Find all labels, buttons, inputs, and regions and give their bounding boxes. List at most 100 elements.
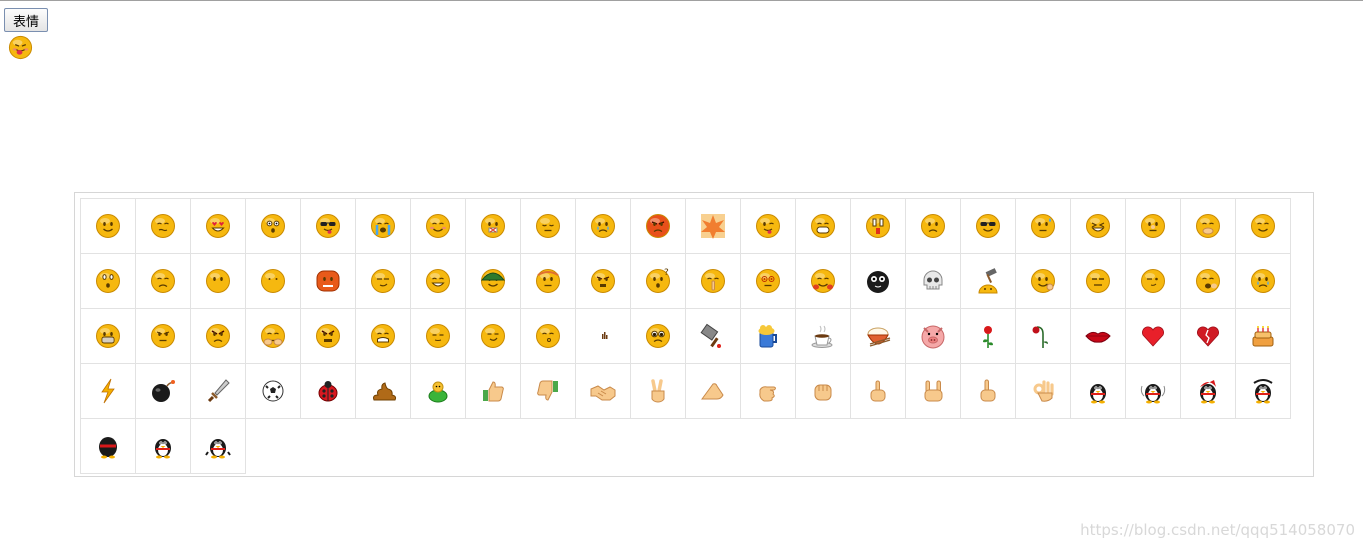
heart-eyes-face-icon: [206, 214, 230, 238]
emoji-cell[interactable]: [520, 253, 576, 309]
emoji-cell[interactable]: [355, 308, 411, 364]
emoji-cell[interactable]: [1070, 198, 1126, 254]
emoji-cell[interactable]: [1125, 363, 1181, 419]
emoji-cell[interactable]: [520, 198, 576, 254]
emoji-cell[interactable]: [850, 363, 906, 419]
emoji-cell[interactable]: [190, 418, 246, 474]
emoji-cell[interactable]: ?: [630, 253, 686, 309]
emoji-cell[interactable]: [1015, 363, 1071, 419]
emoji-cell[interactable]: [465, 198, 521, 254]
emoji-cell[interactable]: [1070, 308, 1126, 364]
emoji-cell[interactable]: [410, 308, 466, 364]
empty-cell: [1016, 419, 1071, 474]
emoji-cell[interactable]: [575, 363, 631, 419]
emoji-cell[interactable]: [80, 308, 136, 364]
emoji-cell[interactable]: [1125, 198, 1181, 254]
emoji-cell[interactable]: [795, 198, 851, 254]
emoji-cell[interactable]: [630, 363, 686, 419]
emoji-cell[interactable]: [355, 253, 411, 309]
emoji-cell[interactable]: [850, 253, 906, 309]
thumbs-down-icon: [537, 380, 558, 401]
emoji-cell[interactable]: [960, 253, 1016, 309]
emoji-cell[interactable]: [1235, 253, 1291, 309]
emoji-cell[interactable]: [1015, 198, 1071, 254]
sunglasses-cool-face-icon: [316, 214, 340, 238]
emoji-cell[interactable]: [575, 253, 631, 309]
emoji-cell[interactable]: [740, 363, 796, 419]
emoji-cell[interactable]: [190, 253, 246, 309]
emoji-cell[interactable]: [190, 363, 246, 419]
emoji-panel: ?: [74, 192, 1314, 477]
nose-pick-face-icon: [1141, 214, 1165, 238]
emoji-cell[interactable]: [575, 198, 631, 254]
emoji-cell[interactable]: [1070, 253, 1126, 309]
emoji-cell[interactable]: [300, 198, 356, 254]
emoji-cell[interactable]: [685, 363, 741, 419]
emoji-cell[interactable]: [245, 253, 301, 309]
emoji-cell[interactable]: [740, 253, 796, 309]
emoji-cell[interactable]: [300, 253, 356, 309]
emoji-cell[interactable]: [135, 198, 191, 254]
emoji-cell[interactable]: [1235, 363, 1291, 419]
emoji-cell[interactable]: [80, 418, 136, 474]
emoji-cell[interactable]: [1125, 308, 1181, 364]
emoji-cell[interactable]: [355, 363, 411, 419]
emoji-cell[interactable]: [905, 363, 961, 419]
emoji-cell[interactable]: [520, 308, 576, 364]
emoji-cell[interactable]: [1180, 253, 1236, 309]
emoji-cell[interactable]: [850, 198, 906, 254]
emoji-cell[interactable]: [80, 198, 136, 254]
emoji-cell[interactable]: [135, 363, 191, 419]
red-heart-icon: [1142, 326, 1164, 347]
emoji-cell[interactable]: [410, 198, 466, 254]
emoji-cell[interactable]: [575, 308, 631, 364]
emoji-cell[interactable]: [1125, 253, 1181, 309]
emoji-cell[interactable]: [245, 198, 301, 254]
emoji-cell[interactable]: [135, 253, 191, 309]
emoji-cell[interactable]: [410, 253, 466, 309]
emoji-cell[interactable]: [135, 418, 191, 474]
emoji-cell[interactable]: [1180, 363, 1236, 419]
emoji-cell[interactable]: [410, 363, 466, 419]
emoji-cell[interactable]: [80, 253, 136, 309]
emoji-cell[interactable]: [300, 308, 356, 364]
emoji-cell[interactable]: [630, 198, 686, 254]
emoji-cell[interactable]: [1015, 253, 1071, 309]
emoji-cell[interactable]: [80, 363, 136, 419]
emoji-cell[interactable]: [960, 308, 1016, 364]
emoji-cell[interactable]: [465, 308, 521, 364]
emoji-cell[interactable]: [465, 253, 521, 309]
emoji-cell[interactable]: [795, 308, 851, 364]
emoji-cell[interactable]: [1180, 308, 1236, 364]
toothy-grin-face-icon: [96, 324, 120, 348]
emoji-cell[interactable]: [795, 253, 851, 309]
emoji-cell[interactable]: [905, 308, 961, 364]
emoji-cell[interactable]: [960, 363, 1016, 419]
emoji-cell[interactable]: [1235, 308, 1291, 364]
emoji-cell[interactable]: [685, 253, 741, 309]
emoji-cell[interactable]: [685, 198, 741, 254]
emoji-cell[interactable]: [190, 198, 246, 254]
emoji-cell[interactable]: [740, 308, 796, 364]
emoji-cell[interactable]: [905, 198, 961, 254]
emoji-cell[interactable]: [1015, 308, 1071, 364]
emoji-cell[interactable]: [630, 308, 686, 364]
emoji-cell[interactable]: [520, 363, 576, 419]
emoji-button[interactable]: 表情: [4, 8, 49, 32]
emoji-cell[interactable]: [905, 253, 961, 309]
emoji-cell[interactable]: [1180, 198, 1236, 254]
emoji-cell[interactable]: [135, 308, 191, 364]
emoji-cell[interactable]: [300, 363, 356, 419]
emoji-cell[interactable]: [795, 363, 851, 419]
emoji-cell[interactable]: [190, 308, 246, 364]
emoji-cell[interactable]: [960, 198, 1016, 254]
emoji-cell[interactable]: [850, 308, 906, 364]
emoji-cell[interactable]: [245, 308, 301, 364]
emoji-cell[interactable]: [685, 308, 741, 364]
emoji-cell[interactable]: [1235, 198, 1291, 254]
emoji-cell[interactable]: [245, 363, 301, 419]
emoji-cell[interactable]: [355, 198, 411, 254]
emoji-cell[interactable]: [740, 198, 796, 254]
emoji-cell[interactable]: [465, 363, 521, 419]
emoji-cell[interactable]: [1070, 363, 1126, 419]
